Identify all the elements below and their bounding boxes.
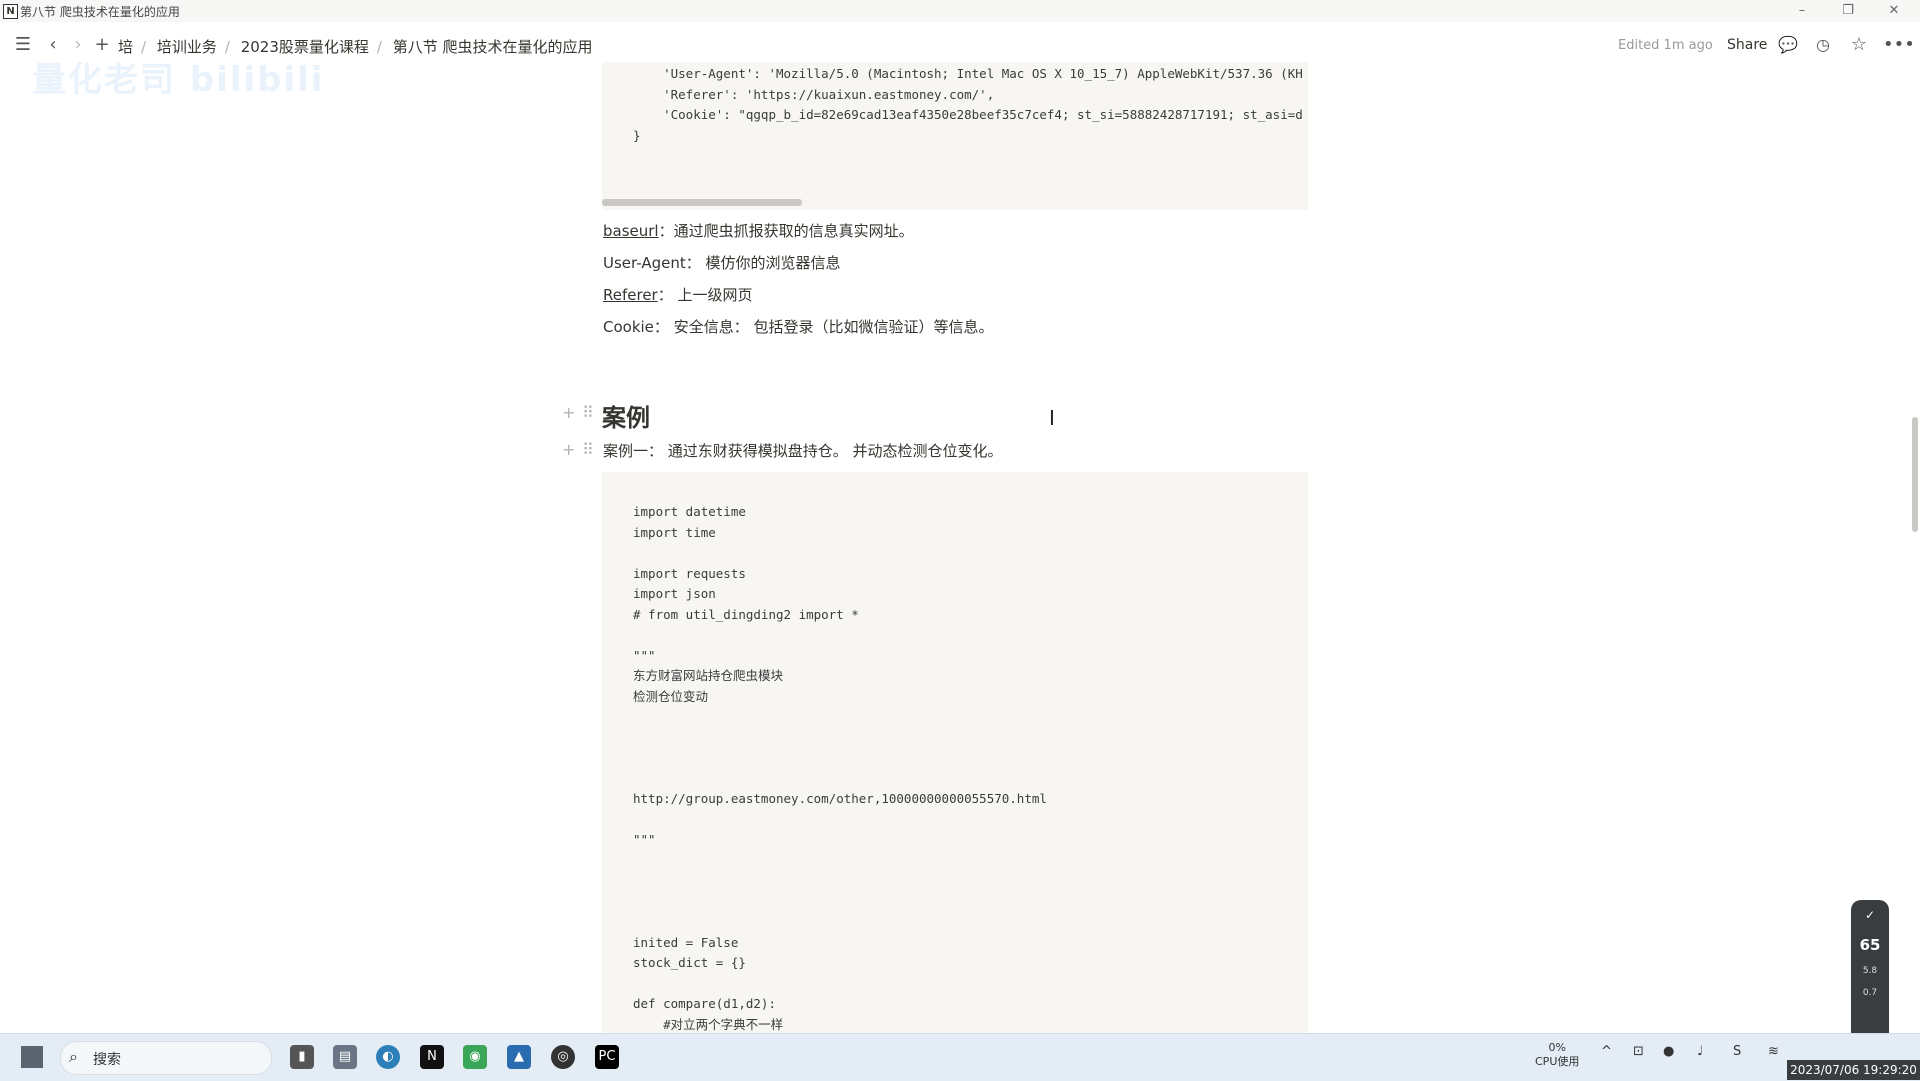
widget-stat: 0.7 <box>1862 988 1878 998</box>
video-watermark: 量化老司 bilibili <box>32 60 325 100</box>
start-menu-icon[interactable] <box>21 1046 43 1068</box>
input-method-icon[interactable]: S <box>1733 1044 1741 1059</box>
close-button[interactable]: ✕ <box>1882 2 1906 20</box>
microphone-icon[interactable]: ♩ <box>1697 1044 1703 1059</box>
note-baseurl: baseurl：通过爬虫抓报获取的信息真实网址。 <box>603 220 914 241</box>
note-referer: Referer： 上一级网页 <box>603 284 753 305</box>
code-text[interactable]: import datetime import time import reque… <box>633 502 1047 1033</box>
restore-button[interactable]: ❐ <box>1836 2 1860 20</box>
term-referer: Referer <box>603 286 658 304</box>
breadcrumb-item[interactable]: 第八节 爬虫技术在量化的应用 <box>393 38 593 56</box>
term-user-agent: User-Agent <box>603 254 686 272</box>
notion-app-icon: N <box>3 4 18 19</box>
case-one-text: 案例一： 通过东财获得模拟盘持仓。 并动态检测仓位变化。 <box>603 442 1003 460</box>
drag-handle-icon[interactable]: ⠿ <box>582 440 594 459</box>
updates-clock-icon[interactable]: ◷ <box>1812 34 1834 56</box>
code-block-main[interactable]: import datetime import time import reque… <box>602 472 1308 1033</box>
cpu-label: CPU使用 <box>1535 1055 1580 1068</box>
cpu-usage: 0% CPU使用 <box>1535 1041 1579 1069</box>
file-explorer-icon[interactable]: ▤ <box>333 1045 357 1069</box>
code-block-headers[interactable]: 'User-Agent': 'Mozilla/5.0 (Macintosh; I… <box>602 62 1308 210</box>
favorite-star-icon[interactable]: ☆ <box>1848 34 1870 56</box>
notion-icon[interactable]: N <box>420 1045 444 1069</box>
performance-widget: ✓ 65 5.8 0.7 <box>1851 900 1889 1048</box>
taskbar: ⌕ 搜索 ▮ ▤ ◐ N ◉ ▲ ◎ PC 0% CPU使用 ^ ⊡ ● ♩ S… <box>0 1033 1920 1081</box>
term-baseurl: baseurl <box>603 222 659 240</box>
cpu-value: 0% <box>1548 1041 1566 1054</box>
note-referer-text: ： 上一级网页 <box>657 286 753 304</box>
code-text[interactable]: 'User-Agent': 'Mozilla/5.0 (Macintosh; I… <box>633 64 1303 146</box>
check-icon: ✓ <box>1864 908 1876 922</box>
add-block-plus-icon[interactable]: + <box>562 403 575 422</box>
search-label: 搜索 <box>93 1052 121 1068</box>
note-cookie-text: ： 安全信息： 包括登录（比如微信验证）等信息。 <box>653 318 994 336</box>
note-user-agent-text: ： 模仿你的浏览器信息 <box>685 254 841 272</box>
wechat-icon[interactable]: ◉ <box>463 1045 487 1069</box>
system-clock[interactable]: 2023/07/06 19:29:20 <box>1787 1060 1920 1080</box>
comments-icon[interactable]: 💬 <box>1777 34 1799 56</box>
pycharm-icon[interactable]: PC <box>595 1045 619 1069</box>
search-icon: ⌕ <box>69 1047 78 1066</box>
breadcrumb-separator: / <box>376 38 382 56</box>
taskbar-search[interactable]: ⌕ 搜索 <box>60 1041 272 1075</box>
edited-status: Edited 1m ago <box>1618 38 1713 53</box>
note-baseurl-text: ：通过爬虫抓报获取的信息真实网址。 <box>658 222 914 240</box>
app-circle-icon[interactable]: ◎ <box>551 1045 575 1069</box>
photos-icon[interactable]: ▲ <box>507 1045 531 1069</box>
code-horizontal-scrollbar[interactable] <box>602 199 802 206</box>
window-title: 第八节 爬虫技术在量化的应用 <box>20 5 180 19</box>
note-cookie: Cookie： 安全信息： 包括登录（比如微信验证）等信息。 <box>603 316 993 337</box>
task-view-icon[interactable]: ▮ <box>290 1045 314 1069</box>
drag-handle-icon[interactable]: ⠿ <box>582 403 594 422</box>
minimize-button[interactable]: – <box>1790 2 1814 20</box>
page-vertical-scrollbar[interactable] <box>1912 417 1918 532</box>
text-cursor-icon: I <box>1049 406 1055 430</box>
widget-value: 65 <box>1859 936 1881 954</box>
browser-icon[interactable]: ◐ <box>376 1045 400 1069</box>
more-options-icon[interactable]: ••• <box>1883 34 1915 56</box>
note-user-agent: User-Agent： 模仿你的浏览器信息 <box>603 252 841 273</box>
term-cookie: Cookie <box>603 318 654 336</box>
add-block-plus-icon[interactable]: + <box>562 440 575 459</box>
wifi-icon[interactable]: ≋ <box>1768 1044 1779 1059</box>
tray-wechat-icon[interactable]: ● <box>1663 1044 1674 1059</box>
tray-expand-icon[interactable]: ^ <box>1601 1044 1612 1059</box>
window-title-bar: N 第八节 爬虫技术在量化的应用 – ❐ ✕ <box>0 0 1920 22</box>
tray-app-icon[interactable]: ⊡ <box>1633 1044 1644 1059</box>
sidebar-menu-icon[interactable]: ☰ <box>12 34 34 56</box>
share-button[interactable]: Share <box>1727 37 1767 53</box>
section-heading: 案例 <box>602 404 650 432</box>
widget-stat: 5.8 <box>1862 966 1878 976</box>
